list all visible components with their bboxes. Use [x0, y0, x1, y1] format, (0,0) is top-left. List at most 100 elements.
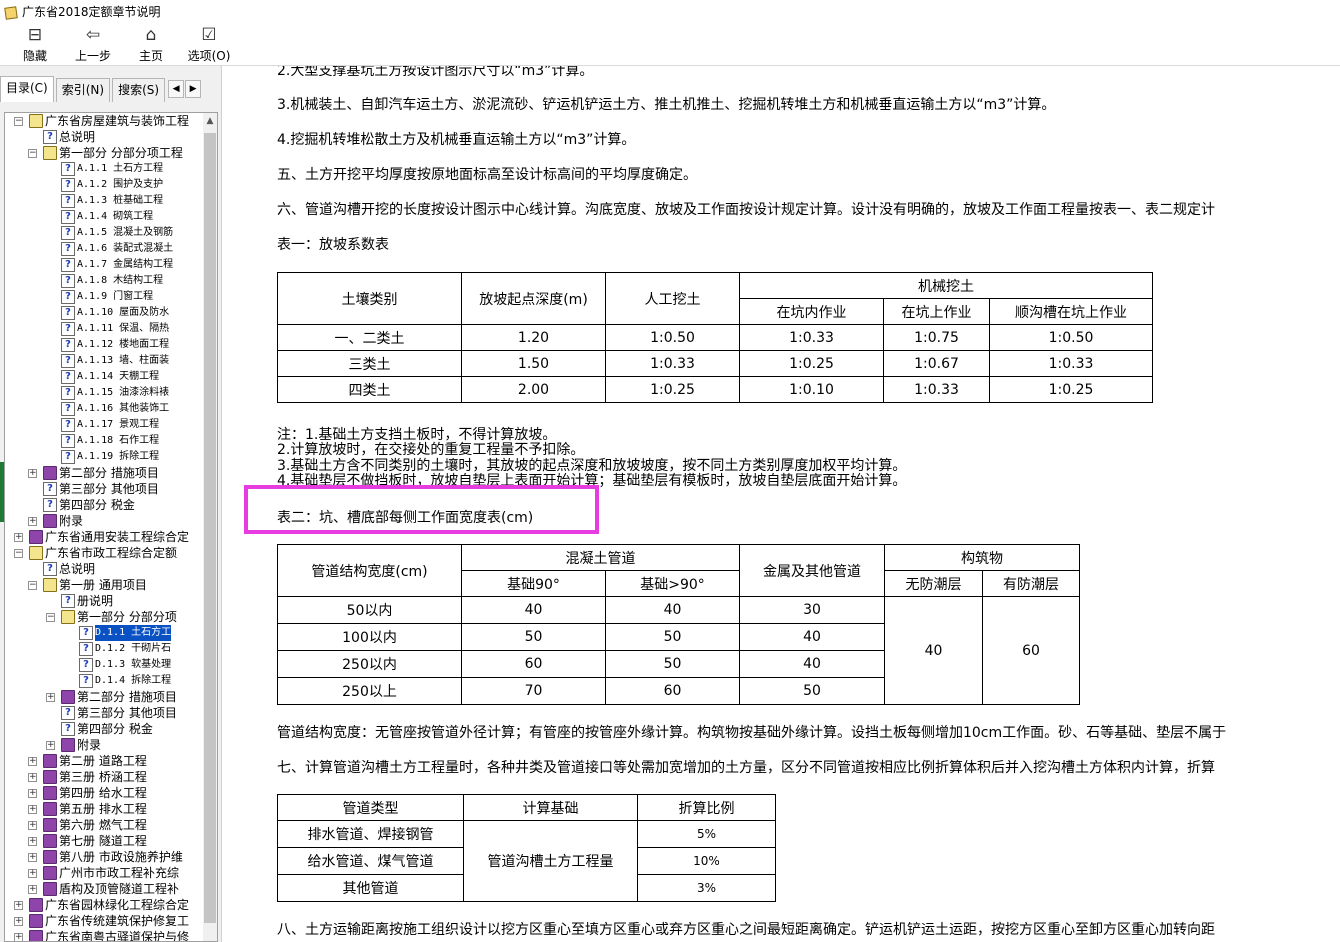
tab-index[interactable]: 索引(N)	[55, 78, 111, 102]
expand-icon[interactable]: +	[28, 805, 37, 814]
tree-item-label: A.1.7 金属结构工程	[77, 259, 174, 270]
tree-item[interactable]: − 第一部分 分部分项	[5, 609, 203, 625]
tree-item[interactable]: + 广东省园林绿化工程综合定	[5, 897, 203, 913]
tree-item[interactable]: ? 总说明	[5, 129, 203, 145]
tab-contents[interactable]: 目录(C)	[0, 76, 54, 102]
tree-item[interactable]: + 第七册 隧道工程	[5, 833, 203, 849]
expand-icon[interactable]: +	[28, 821, 37, 830]
table-cell: 40	[605, 596, 740, 624]
tree-item[interactable]: ? A.1.10 屋面及防水	[5, 305, 203, 321]
expand-icon[interactable]: +	[46, 693, 55, 702]
tree-item[interactable]: ? A.1.11 保温、隔热	[5, 321, 203, 337]
tree-item[interactable]: ? A.1.2 围护及支护	[5, 177, 203, 193]
tree-item[interactable]: + 第二部分 措施项目	[5, 689, 203, 705]
tree-item[interactable]: ? D.1.1 土石方工	[5, 625, 203, 641]
tree-item[interactable]: ? A.1.1 土石方工程	[5, 161, 203, 177]
help-page-icon: ?	[61, 594, 75, 608]
tree-item[interactable]: + 第二册 道路工程	[5, 753, 203, 769]
header-no-moisture: 无防潮层	[884, 570, 983, 597]
expand-icon[interactable]: +	[28, 789, 37, 798]
tree-item[interactable]: ? D.1.2 干砌片石	[5, 641, 203, 657]
tree-item[interactable]: ? A.1.17 景观工程	[5, 417, 203, 433]
expand-icon[interactable]: +	[28, 773, 37, 782]
scroll-up-icon[interactable]: ▲	[203, 113, 217, 129]
tree-item-label: 第三册 桥涵工程	[59, 770, 147, 784]
tree-item[interactable]: + 广州市市政工程补充综	[5, 865, 203, 881]
tab-search[interactable]: 搜索(S)	[112, 78, 166, 102]
tree-item[interactable]: ? D.1.3 软基处理	[5, 657, 203, 673]
tree-item[interactable]: + 第四册 给水工程	[5, 785, 203, 801]
expand-icon[interactable]: +	[14, 933, 23, 941]
tab-scroll-left-icon[interactable]: ◀	[168, 80, 185, 98]
expand-icon[interactable]: +	[28, 853, 37, 862]
tree-item[interactable]: ? A.1.18 石作工程	[5, 433, 203, 449]
tree-item[interactable]: ? D.1.4 拆除工程	[5, 673, 203, 689]
tree-item[interactable]: ? A.1.16 其他装饰工	[5, 401, 203, 417]
tree-item[interactable]: ? 总说明	[5, 561, 203, 577]
tree-item[interactable]: ? A.1.7 金属结构工程	[5, 257, 203, 273]
collapse-icon[interactable]: −	[28, 581, 37, 590]
tree-item[interactable]: + 盾构及顶管隧道工程补	[5, 881, 203, 897]
tree-item[interactable]: ? A.1.12 楼地面工程	[5, 337, 203, 353]
collapse-icon[interactable]: −	[14, 117, 23, 126]
tree-item[interactable]: ? A.1.6 装配式混凝土	[5, 241, 203, 257]
expand-icon[interactable]: +	[28, 757, 37, 766]
tree-item[interactable]: + 附录	[5, 737, 203, 753]
expand-icon[interactable]: +	[14, 901, 23, 910]
header-slope-depth: 放坡起点深度(m)	[461, 272, 606, 325]
tree-item[interactable]: + 第六册 燃气工程	[5, 817, 203, 833]
tree-item[interactable]: ? 第三部分 其他项目	[5, 481, 203, 497]
tree-item[interactable]: − 广东省房屋建筑与装饰工程	[5, 113, 203, 129]
tree-item[interactable]: ? A.1.19 拆除工程	[5, 449, 203, 465]
home-button[interactable]: ⌂ 主页	[122, 22, 180, 64]
tree-item[interactable]: ? A.1.5 混凝土及钢筋	[5, 225, 203, 241]
table-cell: 1:0.50	[989, 324, 1153, 351]
tree-item[interactable]: ? A.1.14 天棚工程	[5, 369, 203, 385]
book-icon	[29, 114, 43, 128]
header-calc-base: 计算基础	[463, 794, 638, 821]
expand-icon[interactable]: +	[28, 885, 37, 894]
expand-icon[interactable]: +	[14, 533, 23, 542]
help-page-icon: ?	[61, 274, 75, 288]
back-button[interactable]: ⇦ 上一步	[64, 22, 122, 64]
tree-item[interactable]: ? A.1.4 砌筑工程	[5, 209, 203, 225]
tree-item[interactable]: ? A.1.8 木结构工程	[5, 273, 203, 289]
tree-item[interactable]: + 广东省南粤古驿道保护与修	[5, 929, 203, 941]
tree-item[interactable]: − 第一部分 分部分项工程	[5, 145, 203, 161]
collapse-icon[interactable]: −	[46, 613, 55, 622]
tree-item[interactable]: − 广东省市政工程综合定额	[5, 545, 203, 561]
tree-item-label: 广东省园林绿化工程综合定	[45, 898, 190, 912]
expand-icon[interactable]: +	[14, 917, 23, 926]
tree-item[interactable]: ? 第四部分 税金	[5, 721, 203, 737]
tab-scroll-right-icon[interactable]: ▶	[185, 80, 202, 98]
expand-icon[interactable]: +	[28, 837, 37, 846]
tree-item[interactable]: + 广东省传统建筑保护修复工	[5, 913, 203, 929]
scrollbar-thumb[interactable]	[204, 133, 216, 923]
tree-item[interactable]: + 广东省通用安装工程综合定	[5, 529, 203, 545]
tree-item[interactable]: ? A.1.3 桩基础工程	[5, 193, 203, 209]
table-cell: 1.50	[461, 350, 606, 377]
tree-item[interactable]: ? A.1.9 门窗工程	[5, 289, 203, 305]
hide-button[interactable]: ⊟ 隐藏	[6, 22, 64, 64]
tree-item-label: 第二册 道路工程	[59, 754, 147, 768]
tree-item[interactable]: ? 册说明	[5, 593, 203, 609]
expand-icon[interactable]: +	[28, 469, 37, 478]
tree-item[interactable]: ? 第四部分 税金	[5, 497, 203, 513]
expand-icon[interactable]: +	[28, 869, 37, 878]
tree-item[interactable]: − 第一册 通用项目	[5, 577, 203, 593]
tree-item[interactable]: + 第二部分 措施项目	[5, 465, 203, 481]
expand-icon[interactable]: +	[28, 517, 37, 526]
options-button[interactable]: ☑ 选项(O)	[180, 22, 238, 64]
tree-item[interactable]: + 附录	[5, 513, 203, 529]
collapse-icon[interactable]: −	[14, 549, 23, 558]
tree-item[interactable]: + 第三册 桥涵工程	[5, 769, 203, 785]
tree-scrollbar[interactable]: ▲	[203, 113, 217, 941]
tree-item[interactable]: ? 第三部分 其他项目	[5, 705, 203, 721]
tree-item[interactable]: + 第八册 市政设施养护维	[5, 849, 203, 865]
expand-icon[interactable]: +	[46, 741, 55, 750]
tree-item-label: 附录	[77, 738, 102, 752]
tree-item[interactable]: + 第五册 排水工程	[5, 801, 203, 817]
tree-item[interactable]: ? A.1.15 油漆涂料裱	[5, 385, 203, 401]
collapse-icon[interactable]: −	[28, 149, 37, 158]
tree-item[interactable]: ? A.1.13 墙、柱面装	[5, 353, 203, 369]
